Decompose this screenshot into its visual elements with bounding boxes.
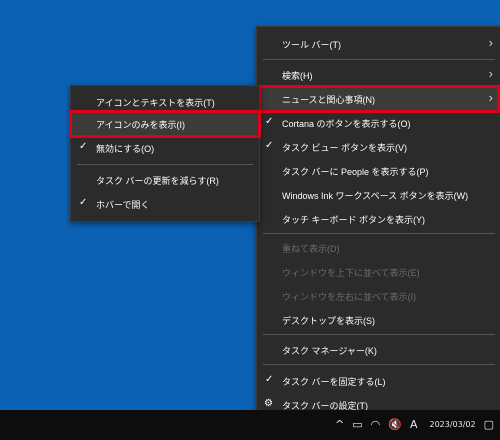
menu-item-task-manager[interactable]: タスク マネージャー(K) (257, 338, 500, 362)
menu-item-label: タスク バーを固定する(L) (282, 376, 386, 387)
menu-item-lock-taskbar[interactable]: ✓ タスク バーを固定する(L) (257, 369, 500, 393)
chevron-right-icon: › (488, 35, 493, 50)
menu-item-show-touch-keyboard[interactable]: タッチ キーボード ボタンを表示(Y) (257, 207, 500, 231)
menu-item-label: ツール バー(T) (282, 39, 341, 50)
menu-item-label: ウィンドウを上下に並べて表示(E) (282, 267, 420, 278)
volume-muted-icon[interactable]: 🔇 (388, 410, 402, 440)
news-and-interests-submenu: アイコンとテキストを表示(T) アイコンのみを表示(I) ✓ 無効にする(O) … (69, 85, 261, 222)
menu-separator (263, 364, 495, 365)
menu-item-news-and-interests[interactable]: ニュースと関心事項(N) › (257, 87, 500, 111)
menu-item-label: タッチ キーボード ボタンを表示(Y) (282, 214, 425, 225)
menu-item-label: デスクトップを表示(S) (282, 315, 375, 326)
battery-icon[interactable]: ▭ (352, 410, 362, 440)
taskbar[interactable]: ^ ▭ ◠ 🔇 A 2023/03/02 ▢ (0, 410, 500, 440)
menu-item-label: 重ねて表示(D) (282, 243, 340, 254)
taskbar-context-menu: ツール バー(T) › 検索(H) › ニュースと関心事項(N) › ✓ Cor… (256, 26, 500, 425)
submenu-item-turn-off[interactable]: ✓ 無効にする(O) (71, 136, 259, 160)
submenu-item-reduce-updates[interactable]: タスク バーの更新を減らす(R) (71, 168, 259, 192)
gear-icon: ⚙ (264, 398, 273, 409)
menu-item-label: ニュースと関心事項(N) (282, 94, 376, 105)
menu-item-label: アイコンのみを表示(I) (96, 119, 186, 130)
chevron-up-icon[interactable]: ^ (335, 410, 344, 440)
notification-icon[interactable]: ▢ (484, 410, 494, 440)
menu-item-label: 無効にする(O) (96, 143, 155, 154)
network-icon[interactable]: ◠ (371, 410, 381, 440)
menu-separator (263, 334, 495, 335)
menu-item-show-cortana-button[interactable]: ✓ Cortana のボタンを表示する(O) (257, 111, 500, 135)
checkmark-icon: ✓ (265, 116, 274, 127)
submenu-item-icon-only[interactable]: アイコンのみを表示(I) (71, 112, 259, 136)
menu-item-toolbars[interactable]: ツール バー(T) › (257, 32, 500, 56)
menu-item-label: タスク マネージャー(K) (282, 345, 377, 356)
menu-item-show-task-view-button[interactable]: ✓ タスク ビュー ボタンを表示(V) (257, 135, 500, 159)
menu-item-label: Cortana のボタンを表示する(O) (282, 118, 411, 129)
chevron-right-icon: › (488, 90, 493, 105)
menu-item-label: タスク バーに People を表示する(P) (282, 166, 429, 177)
ime-icon[interactable]: A (410, 410, 418, 440)
menu-item-side-by-side-windows: ウィンドウを左右に並べて表示(I) (257, 284, 500, 308)
menu-item-show-people[interactable]: タスク バーに People を表示する(P) (257, 159, 500, 183)
menu-separator (263, 59, 495, 60)
menu-separator (263, 233, 495, 234)
menu-separator (77, 164, 253, 165)
checkmark-icon: ✓ (265, 374, 274, 385)
menu-item-label: アイコンとテキストを表示(T) (96, 97, 215, 108)
menu-item-cascade-windows: 重ねて表示(D) (257, 236, 500, 260)
menu-item-label: ウィンドウを左右に並べて表示(I) (282, 291, 417, 302)
menu-item-search[interactable]: 検索(H) › (257, 63, 500, 87)
menu-item-label: Windows Ink ワークスペース ボタンを表示(W) (282, 190, 469, 201)
system-tray: ^ ▭ ◠ 🔇 A 2023/03/02 ▢ (335, 410, 494, 440)
clock-date[interactable]: 2023/03/02 (429, 410, 475, 440)
menu-item-label: タスク バーの更新を減らす(R) (96, 175, 219, 186)
menu-item-label: タスク ビュー ボタンを表示(V) (282, 142, 407, 153)
chevron-right-icon: › (488, 66, 493, 81)
menu-item-show-desktop[interactable]: デスクトップを表示(S) (257, 308, 500, 332)
menu-item-label: ホバーで開く (96, 199, 150, 210)
checkmark-icon: ✓ (265, 140, 274, 151)
submenu-item-open-on-hover[interactable]: ✓ ホバーで開く (71, 192, 259, 216)
menu-item-stack-windows: ウィンドウを上下に並べて表示(E) (257, 260, 500, 284)
checkmark-icon: ✓ (79, 197, 88, 208)
menu-item-show-windows-ink[interactable]: Windows Ink ワークスペース ボタンを表示(W) (257, 183, 500, 207)
checkmark-icon: ✓ (79, 141, 88, 152)
menu-item-label: 検索(H) (282, 70, 313, 81)
